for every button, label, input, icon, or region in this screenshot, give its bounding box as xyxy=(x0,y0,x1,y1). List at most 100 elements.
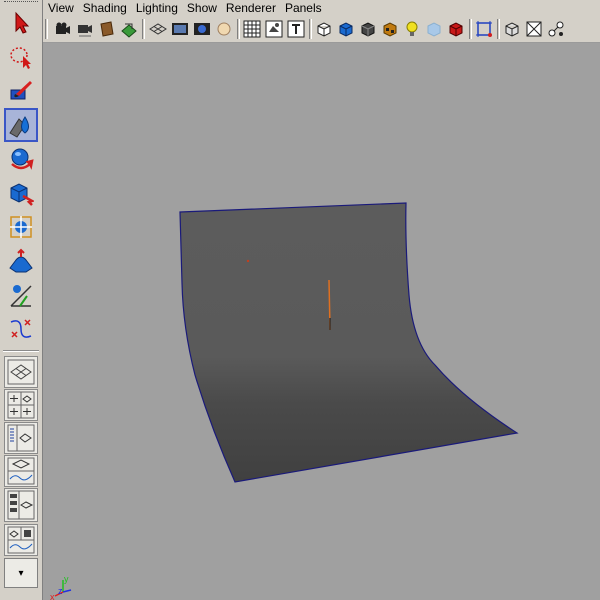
flat-shade-icon xyxy=(361,22,375,37)
safe-title-button[interactable] xyxy=(286,19,306,39)
chevron-down-icon: ▾ xyxy=(18,567,24,579)
gate-mask-button[interactable] xyxy=(214,19,234,39)
axis-y-label: y xyxy=(64,574,69,584)
xray-joints-icon xyxy=(505,22,519,37)
graph-network-button[interactable] xyxy=(546,19,566,39)
toolbox-separator xyxy=(3,350,39,352)
image-plane-icon xyxy=(121,23,137,38)
menu-panels[interactable]: Panels xyxy=(280,0,326,16)
scale-tool-icon xyxy=(10,183,34,206)
layout-perspective-graph-hypershade-button[interactable] xyxy=(4,524,38,556)
toolbox-grip[interactable] xyxy=(4,1,38,5)
wireframe-icon xyxy=(317,22,331,37)
shadows-icon xyxy=(427,22,441,37)
scale-tool-button[interactable] xyxy=(4,176,38,210)
hypershade-perspective-layout-icon xyxy=(7,490,35,520)
panel-menu-bar: View Shading Lighting Show Renderer Pane… xyxy=(43,0,600,16)
safe-action-button[interactable] xyxy=(264,19,284,39)
layout-four-view-button[interactable] xyxy=(4,389,38,421)
perspective-graph-layout-icon xyxy=(7,457,35,485)
layout-dropdown-button[interactable]: ▾ xyxy=(4,558,38,588)
universal-manipulator-icon xyxy=(10,216,32,238)
menu-view[interactable]: View xyxy=(43,0,78,16)
image-plane-button[interactable] xyxy=(119,19,139,39)
toolbox: ▾ xyxy=(0,0,43,600)
cyclorama-surface[interactable] xyxy=(179,202,519,483)
menu-renderer[interactable]: Renderer xyxy=(221,0,280,16)
lasso-tool-button[interactable] xyxy=(4,40,38,74)
safe-action-icon xyxy=(265,20,283,38)
axis-z-label: z xyxy=(58,586,63,596)
toolbar-grip[interactable] xyxy=(45,19,48,39)
pivot-marker xyxy=(246,259,250,263)
layout-outliner-perspective-button[interactable] xyxy=(4,422,38,454)
last-tool-used-icon xyxy=(10,319,32,338)
bookmarks-icon xyxy=(100,21,114,37)
paint-select-tool-button[interactable] xyxy=(4,74,38,108)
select-camera-icon xyxy=(56,22,70,34)
panel-toolbar xyxy=(43,16,600,43)
isolate-select-icon xyxy=(476,21,492,37)
toolbar-separator xyxy=(237,19,240,39)
film-gate-icon xyxy=(172,23,188,35)
smooth-shade-button[interactable] xyxy=(336,19,356,39)
field-chart-button[interactable] xyxy=(242,19,262,39)
layout-perspective-graph-button[interactable] xyxy=(4,455,38,487)
select-arrow-icon xyxy=(15,11,30,34)
smooth-shade-icon xyxy=(339,22,353,37)
wireframe-button[interactable] xyxy=(314,19,334,39)
isolate-select-button[interactable] xyxy=(474,19,494,39)
xray-icon xyxy=(449,22,463,37)
resolution-gate-icon xyxy=(194,23,210,35)
use-all-lights-icon xyxy=(406,21,418,36)
single-perspective-layout-icon xyxy=(7,359,35,385)
perspective-graph-hypershade-layout-icon xyxy=(7,526,35,554)
move-tool-icon xyxy=(9,116,29,138)
resolution-gate-button[interactable] xyxy=(192,19,212,39)
grid-icon xyxy=(149,23,167,35)
paint-select-icon xyxy=(10,81,32,100)
field-chart-icon xyxy=(243,20,261,38)
menu-shading[interactable]: Shading xyxy=(78,0,131,16)
safe-title-icon xyxy=(287,20,305,38)
axis-x-label: x xyxy=(50,592,55,600)
camera-attributes-button[interactable] xyxy=(75,19,95,39)
rotate-tool-icon xyxy=(11,148,34,170)
layout-single-perspective-button[interactable] xyxy=(4,356,38,388)
graph-network-icon xyxy=(548,21,564,37)
rotate-tool-button[interactable] xyxy=(4,142,38,176)
soft-mod-tool-button[interactable] xyxy=(4,244,38,278)
bookmarks-button[interactable] xyxy=(97,19,117,39)
toolbar-separator xyxy=(469,19,472,39)
layout-hypershade-perspective-button[interactable] xyxy=(4,488,38,522)
move-tool-button[interactable] xyxy=(4,108,38,142)
flat-shade-button[interactable] xyxy=(358,19,378,39)
camera-attributes-icon xyxy=(78,25,92,37)
universal-manipulator-button[interactable] xyxy=(4,210,38,244)
outliner-perspective-layout-icon xyxy=(7,424,35,452)
select-tool-button[interactable] xyxy=(4,6,38,40)
axis-gizmo: y z x xyxy=(50,574,72,600)
show-manipulator-button[interactable] xyxy=(4,278,38,312)
soft-modification-icon xyxy=(9,248,33,273)
toolbar-separator xyxy=(142,19,145,39)
xray-button[interactable] xyxy=(446,19,466,39)
hypershade-icon xyxy=(526,21,542,37)
last-tool-button[interactable] xyxy=(4,312,38,346)
textured-icon xyxy=(383,22,397,37)
perspective-viewport[interactable]: y z x xyxy=(43,43,600,600)
menu-lighting[interactable]: Lighting xyxy=(131,0,182,16)
textured-button[interactable] xyxy=(380,19,400,39)
shadows-button[interactable] xyxy=(424,19,444,39)
lasso-select-icon xyxy=(10,47,31,69)
film-gate-button[interactable] xyxy=(170,19,190,39)
grid-button[interactable] xyxy=(148,19,168,39)
toolbar-separator xyxy=(497,19,500,39)
use-all-lights-button[interactable] xyxy=(402,19,422,39)
menu-show[interactable]: Show xyxy=(182,0,221,16)
four-view-layout-icon xyxy=(7,391,35,419)
xray-joints-button[interactable] xyxy=(502,19,522,39)
high-quality-button[interactable] xyxy=(524,19,544,39)
show-manipulator-icon xyxy=(10,285,32,307)
select-camera-button[interactable] xyxy=(53,19,73,39)
